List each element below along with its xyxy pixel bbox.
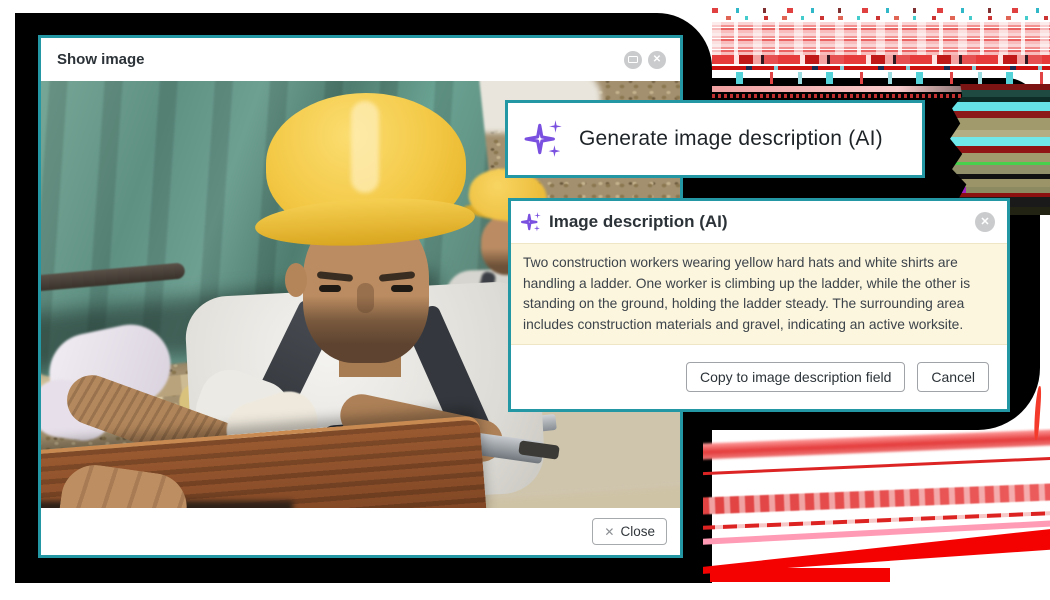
show-image-title: Show image — [57, 51, 624, 68]
cancel-button[interactable]: Cancel — [917, 362, 989, 392]
image-description-footer: Copy to image description field Cancel — [511, 345, 1007, 409]
image-description-dialog: Image description (AI) ✕ Two constructio… — [508, 198, 1010, 412]
image-description-title: Image description (AI) — [549, 212, 969, 232]
glitch-band-bottom-right — [703, 428, 1050, 586]
minimize-icon[interactable] — [624, 51, 642, 69]
close-icon[interactable]: ✕ — [648, 51, 666, 69]
ai-description-text: Two construction workers wearing yellow … — [511, 243, 1007, 345]
show-image-dialog-footer: ✕ Close — [41, 508, 680, 555]
copy-to-description-button[interactable]: Copy to image description field — [686, 362, 905, 392]
image-description-header: Image description (AI) ✕ — [511, 201, 1007, 243]
generate-description-panel[interactable]: Generate image description (AI) — [505, 100, 925, 178]
close-button[interactable]: ✕ Close — [592, 518, 667, 545]
close-icon[interactable]: ✕ — [975, 212, 995, 232]
glitch-red-bar — [710, 568, 890, 582]
close-button-label: Close — [620, 524, 655, 539]
stage: Show image ✕ — [0, 0, 1050, 600]
show-image-dialog-header: Show image ✕ — [41, 38, 680, 81]
generate-description-label: Generate image description (AI) — [579, 127, 883, 151]
ai-sparkles-icon — [521, 211, 543, 233]
close-x-icon: ✕ — [604, 525, 614, 539]
ai-sparkles-icon — [524, 118, 566, 160]
